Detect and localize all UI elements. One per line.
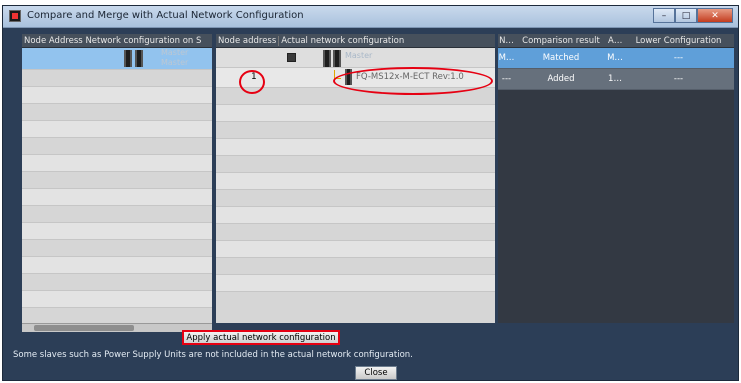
cell: M… (607, 53, 623, 63)
left-empty-row (22, 189, 212, 206)
mid-empty-row (216, 156, 495, 173)
left-empty-row (22, 155, 212, 172)
title-bar[interactable]: Compare and Merge with Actual Network Co… (3, 6, 738, 28)
left-empty-row (22, 223, 212, 240)
master-device-icon (323, 50, 331, 67)
cell-result: Added (547, 74, 575, 84)
mid-master-row[interactable]: Master (216, 48, 495, 68)
comparison-row-added[interactable]: --- Added 1… --- (498, 69, 734, 90)
mid-master-label: Master (345, 51, 373, 60)
left-empty-row (22, 70, 212, 87)
app-icon (9, 10, 21, 22)
left-empty-row (22, 257, 212, 274)
left-empty-row (22, 172, 212, 189)
cell: --- (673, 74, 684, 84)
left-empty-row (22, 274, 212, 291)
close-icon: ✕ (711, 10, 719, 21)
left-empty-row (22, 87, 212, 104)
collapse-icon[interactable] (287, 53, 296, 62)
left-pane-header: Node Address Network configuration on S (22, 34, 212, 48)
apply-highlight-box: Apply actual network configuration (182, 330, 340, 345)
left-empty-row (22, 206, 212, 223)
middle-pane-header: Node address Actual network configuratio… (216, 34, 495, 48)
cell: 1… (608, 74, 622, 84)
mid-empty-row (216, 224, 495, 241)
close-window-button[interactable]: ✕ (697, 8, 733, 23)
left-master-label: Master (161, 48, 189, 57)
left-empty-row (22, 291, 212, 308)
left-empty-row (22, 138, 212, 155)
left-master-row[interactable]: Master Master (22, 48, 212, 70)
mid-empty-row (216, 275, 495, 292)
left-empty-row (22, 240, 212, 257)
cell-result: Matched (542, 53, 580, 63)
master-device-icon-2 (135, 50, 143, 67)
header-n: N… (499, 35, 514, 46)
mid-empty-row (216, 241, 495, 258)
minimize-icon: – (661, 10, 667, 21)
window-controls: – □ ✕ (653, 8, 733, 24)
maximize-button[interactable]: □ (675, 8, 697, 23)
mid-empty-row (216, 258, 495, 275)
left-empty-row (22, 121, 212, 138)
highlight-ellipse-device (333, 67, 493, 95)
mid-empty-row (216, 190, 495, 207)
header-comparison-result: Comparison result (522, 35, 600, 46)
master-device-icon (124, 50, 132, 67)
master-device-icon-2 (333, 50, 341, 67)
mid-empty-row (216, 105, 495, 122)
mid-empty-row (216, 122, 495, 139)
comparison-row-matched[interactable]: M… Matched M… --- (498, 48, 734, 69)
header-lower-configuration: Lower Configuration (635, 35, 722, 46)
sysmac-configuration-pane: Node Address Network configuration on S … (22, 34, 212, 323)
mid-header-node: Node address (218, 35, 277, 46)
header-a: A… (608, 35, 623, 46)
close-button[interactable]: Close (355, 366, 397, 380)
minimize-button[interactable]: – (653, 8, 675, 23)
mid-header-config: Actual network configuration (278, 35, 406, 46)
cell: M… (498, 53, 515, 63)
mid-empty-row (216, 173, 495, 190)
maximize-icon: □ (681, 10, 691, 21)
window-title: Compare and Merge with Actual Network Co… (27, 10, 304, 21)
mid-empty-row (216, 207, 495, 224)
cell: --- (673, 53, 684, 63)
comparison-header: N… Comparison result A… Lower Configurat… (498, 34, 734, 48)
highlight-ellipse-node (239, 70, 265, 94)
comparison-pane: N… Comparison result A… Lower Configurat… (498, 34, 734, 323)
mid-empty-row (216, 139, 495, 156)
compare-merge-window: Compare and Merge with Actual Network Co… (2, 5, 739, 381)
cell: --- (501, 74, 512, 84)
left-header-label: Node Address Network configuration on S (24, 35, 202, 46)
notice-text: Some slaves such as Power Supply Units a… (13, 350, 413, 360)
left-master-label-2: Master (161, 58, 189, 67)
left-empty-row (22, 104, 212, 121)
apply-actual-configuration-button[interactable]: Apply actual network configuration (184, 332, 338, 343)
scrollbar-thumb[interactable] (34, 325, 134, 331)
